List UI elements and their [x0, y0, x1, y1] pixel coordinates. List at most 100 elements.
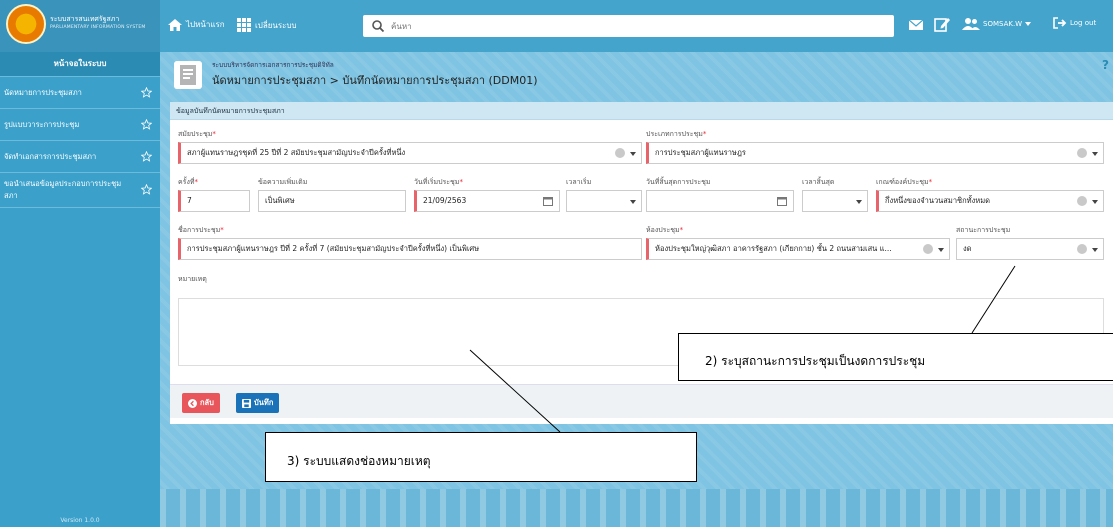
save-icon [242, 398, 251, 408]
sidebar-item-label: ขอนำเสนอข้อมูลประกอบการประชุมสภา [4, 179, 122, 200]
end-date-label: วันที่สิ้นสุดการประชุม [646, 178, 711, 186]
sidebar: หน้าจอในระบบ นัดหมายการประชุมสภา รูปแบบว… [0, 52, 160, 527]
start-time-label: เวลาเริ่ม [566, 178, 592, 186]
nav-home-label: ไปหน้าแรก [186, 20, 225, 29]
round-value: 7 [187, 196, 192, 205]
grid-icon [237, 18, 251, 32]
remark-label: หมายเหตุ [178, 275, 207, 283]
back-button[interactable]: กลับ [182, 393, 220, 413]
chevron-down-icon[interactable] [630, 200, 636, 204]
star-icon[interactable] [141, 118, 152, 130]
chevron-down-icon[interactable] [1092, 248, 1098, 252]
edit-icon[interactable] [934, 16, 950, 32]
logout-icon [1053, 17, 1067, 29]
sidebar-item-label: นัดหมายการประชุมสภา [4, 87, 82, 97]
sidebar-item-meeting-appointment[interactable]: นัดหมายการประชุมสภา [0, 76, 160, 108]
system-name: ระบบบริหารจัดการเอกสารการประชุมดิจิทัล [212, 61, 334, 69]
panel-title: ข้อมูลบันทึกนัดหมายการประชุมสภา [170, 102, 1113, 120]
quorum-select[interactable]: กึ่งหนึ่งของจำนวนสมาชิกทั้งหมด [876, 190, 1104, 212]
chevron-down-icon[interactable] [938, 248, 944, 252]
breadcrumb: นัดหมายการประชุมสภา > บันทึกนัดหมายการปร… [212, 74, 538, 87]
username: SOMSAK.W [983, 20, 1023, 28]
start-time-select[interactable] [566, 190, 642, 212]
mail-icon[interactable] [909, 18, 923, 32]
status-label: สถานะการประชุม [956, 226, 1011, 234]
sidebar-item-label: รูปแบบวาระการประชุม [4, 119, 80, 129]
end-time-label: เวลาสิ้นสุด [802, 178, 835, 186]
sidebar-item-meeting-documents[interactable]: จัดทำเอกสารการประชุมสภา [0, 140, 160, 172]
caret-down-icon [1025, 22, 1032, 26]
brand-subtitle: PARLIAMENTARY INFORMATION SYSTEM [50, 25, 146, 30]
brand[interactable]: ระบบสารสนเทศรัฐสภา PARLIAMENTARY INFORMA… [0, 0, 160, 52]
search-icon [372, 20, 385, 33]
sidebar-item-submit-info[interactable]: ขอนำเสนอข้อมูลประกอบการประชุมสภา [0, 172, 160, 208]
help-button[interactable]: ? [1102, 58, 1109, 72]
users-icon [962, 18, 980, 30]
session-label: สมัยประชุม* [178, 130, 216, 138]
meeting-type-label: ประเภทการประชุม* [646, 130, 707, 138]
star-icon[interactable] [141, 150, 152, 162]
end-time-select[interactable] [802, 190, 868, 212]
logout-button[interactable]: Log out [1053, 17, 1096, 29]
button-bar: กลับ บันทึก [170, 384, 1113, 418]
logout-label: Log out [1070, 19, 1097, 27]
room-label: ห้องประชุม* [646, 226, 684, 234]
clear-icon[interactable] [1077, 244, 1087, 254]
nav-switch-system-label: เปลี่ยนระบบ [255, 20, 297, 30]
chevron-down-icon[interactable] [1092, 200, 1098, 204]
home-icon [168, 18, 182, 31]
top-bar: ระบบสารสนเทศรัฐสภา PARLIAMENTARY INFORMA… [0, 0, 1113, 52]
extra-text-input[interactable]: เป็นพิเศษ [258, 190, 406, 212]
start-date-label: วันที่เริ่มประชุม* [414, 178, 463, 186]
chevron-down-icon[interactable] [856, 200, 862, 204]
meeting-type-value: การประชุมสภาผู้แทนราษฎร [655, 148, 746, 157]
user-menu[interactable]: SOMSAK.W [962, 17, 1032, 31]
search-input[interactable] [391, 18, 881, 34]
extra-text-label: ข้อความเพิ่มเติม [258, 178, 308, 186]
decorative-band [160, 489, 1113, 527]
meeting-name-value: การประชุมสภาผู้แทนราษฎร ปีที่ 2 ครั้งที่… [187, 244, 480, 253]
clear-icon[interactable] [1077, 196, 1087, 206]
round-input[interactable]: 7 [178, 190, 250, 212]
save-label: บันทึก [254, 398, 274, 407]
session-select[interactable]: สภาผู้แทนราษฎรชุดที่ 25 ปีที่ 2 สมัยประช… [178, 142, 642, 164]
sidebar-title: หน้าจอในระบบ [0, 52, 160, 76]
star-icon[interactable] [141, 184, 152, 195]
status-value: งด [963, 244, 972, 253]
brand-title: ระบบสารสนเทศรัฐสภา [50, 15, 120, 23]
sidebar-item-label: จัดทำเอกสารการประชุมสภา [4, 151, 97, 161]
room-value: ห้องประชุมใหญ่วุฒิสภา อาคารรัฐสภา (เกียก… [655, 244, 892, 253]
page-header: ระบบบริหารจัดการเอกสารการประชุมดิจิทัล น… [170, 58, 1113, 94]
calendar-icon[interactable] [777, 196, 787, 206]
round-label: ครั้งที่* [178, 178, 198, 186]
clear-icon[interactable] [615, 148, 625, 158]
parliament-logo [6, 4, 46, 44]
document-icon [174, 61, 202, 89]
nav-home-link[interactable]: ไปหน้าแรก [168, 18, 225, 31]
room-select[interactable]: ห้องประชุมใหญ่วุฒิสภา อาคารรัฐสภา (เกียก… [646, 238, 950, 260]
nav-switch-system-link[interactable]: เปลี่ยนระบบ [237, 18, 297, 32]
clear-icon[interactable] [923, 244, 933, 254]
meeting-type-select[interactable]: การประชุมสภาผู้แทนราษฎร [646, 142, 1104, 164]
calendar-icon[interactable] [543, 196, 553, 206]
chevron-down-icon[interactable] [1092, 152, 1098, 156]
quorum-value: กึ่งหนึ่งของจำนวนสมาชิกทั้งหมด [885, 196, 991, 205]
clear-icon[interactable] [1077, 148, 1087, 158]
start-date-input[interactable]: 21/09/2563 [414, 190, 560, 212]
callout-status: 2) ระบุสถานะการประชุมเป็นงดการประชุม [678, 333, 1113, 381]
quorum-label: เกณฑ์องค์ประชุม* [876, 178, 933, 186]
meeting-name-label: ชื่อการประชุม* [178, 226, 224, 234]
meeting-name-input[interactable]: การประชุมสภาผู้แทนราษฎร ปีที่ 2 ครั้งที่… [178, 238, 642, 260]
extra-text-value: เป็นพิเศษ [265, 196, 295, 205]
start-date-value: 21/09/2563 [423, 196, 467, 205]
callout-remark: 3) ระบบแสดงช่องหมายเหตุ [265, 432, 697, 482]
version-label: Version 1.0.0 [60, 517, 100, 524]
session-value: สภาผู้แทนราษฎรชุดที่ 25 ปีที่ 2 สมัยประช… [187, 148, 406, 157]
sidebar-item-agenda-format[interactable]: รูปแบบวาระการประชุม [0, 108, 160, 140]
end-date-input[interactable] [646, 190, 794, 212]
status-select[interactable]: งด [956, 238, 1104, 260]
star-icon[interactable] [141, 86, 152, 98]
chevron-down-icon[interactable] [630, 152, 636, 156]
search-box[interactable] [363, 15, 894, 37]
save-button[interactable]: บันทึก [236, 393, 280, 413]
